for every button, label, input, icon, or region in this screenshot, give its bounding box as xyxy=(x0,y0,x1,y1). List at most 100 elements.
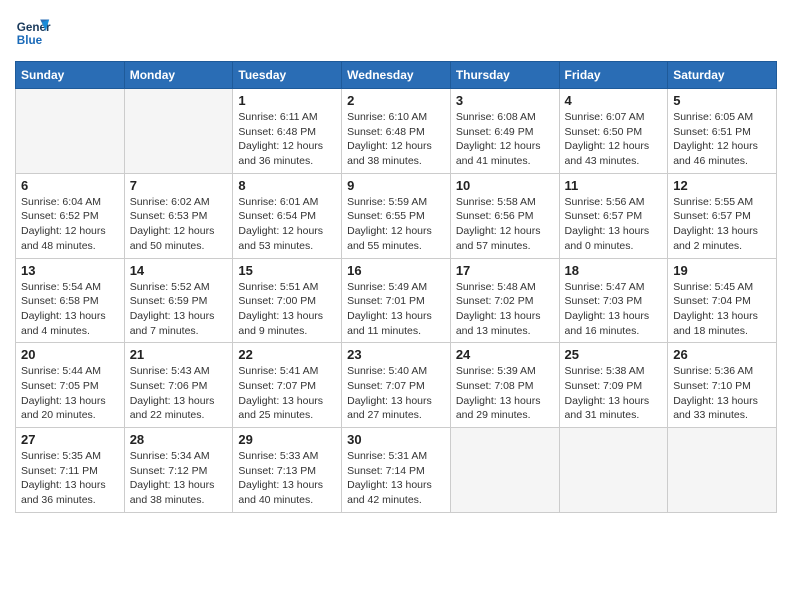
day-info: Sunrise: 5:56 AMSunset: 6:57 PMDaylight:… xyxy=(565,195,663,254)
week-row-5: 27 Sunrise: 5:35 AMSunset: 7:11 PMDayligh… xyxy=(16,428,777,513)
calendar-cell xyxy=(668,428,777,513)
calendar-cell: 21 Sunrise: 5:43 AMSunset: 7:06 PMDayligh… xyxy=(124,343,233,428)
day-header-thursday: Thursday xyxy=(450,62,559,89)
day-info: Sunrise: 5:33 AMSunset: 7:13 PMDaylight:… xyxy=(238,449,336,508)
calendar-cell: 3Sunrise: 6:08 AMSunset: 6:49 PMDaylight… xyxy=(450,89,559,174)
calendar-cell: 27 Sunrise: 5:35 AMSunset: 7:11 PMDayligh… xyxy=(16,428,125,513)
day-number: 20 xyxy=(21,347,119,362)
day-number: 19 xyxy=(673,263,771,278)
day-number: 25 xyxy=(565,347,663,362)
day-info: Sunrise: 6:11 AMSunset: 6:48 PMDaylight:… xyxy=(238,110,336,169)
day-header-wednesday: Wednesday xyxy=(342,62,451,89)
days-of-week-row: SundayMondayTuesdayWednesdayThursdayFrid… xyxy=(16,62,777,89)
day-number: 2 xyxy=(347,93,445,108)
day-info: Sunrise: 5:48 AMSunset: 7:02 PMDaylight:… xyxy=(456,280,554,339)
day-info: Sunrise: 5:52 AMSunset: 6:59 PMDaylight:… xyxy=(130,280,228,339)
day-info: Sunrise: 5:45 AMSunset: 7:04 PMDaylight:… xyxy=(673,280,771,339)
day-number: 16 xyxy=(347,263,445,278)
day-info: Sunrise: 6:08 AMSunset: 6:49 PMDaylight:… xyxy=(456,110,554,169)
calendar-cell xyxy=(559,428,668,513)
logo-icon: General Blue xyxy=(15,15,51,51)
day-number: 27 xyxy=(21,432,119,447)
calendar-cell: 22 Sunrise: 5:41 AMSunset: 7:07 PMDayligh… xyxy=(233,343,342,428)
calendar-cell: 23 Sunrise: 5:40 AMSunset: 7:07 PMDayligh… xyxy=(342,343,451,428)
day-info: Sunrise: 6:05 AMSunset: 6:51 PMDaylight:… xyxy=(673,110,771,169)
week-row-3: 13 Sunrise: 5:54 AMSunset: 6:58 PMDayligh… xyxy=(16,258,777,343)
calendar-cell: 13 Sunrise: 5:54 AMSunset: 6:58 PMDayligh… xyxy=(16,258,125,343)
week-row-2: 6Sunrise: 6:04 AMSunset: 6:52 PMDaylight… xyxy=(16,173,777,258)
day-header-saturday: Saturday xyxy=(668,62,777,89)
calendar-cell: 10Sunrise: 5:58 AMSunset: 6:56 PMDayligh… xyxy=(450,173,559,258)
day-number: 18 xyxy=(565,263,663,278)
calendar-cell: 11 Sunrise: 5:56 AMSunset: 6:57 PMDayligh… xyxy=(559,173,668,258)
day-number: 10 xyxy=(456,178,554,193)
calendar-cell: 8 Sunrise: 6:01 AMSunset: 6:54 PMDaylight… xyxy=(233,173,342,258)
calendar-cell: 1 Sunrise: 6:11 AMSunset: 6:48 PMDaylight… xyxy=(233,89,342,174)
calendar-cell xyxy=(450,428,559,513)
day-number: 9 xyxy=(347,178,445,193)
calendar-cell: 6Sunrise: 6:04 AMSunset: 6:52 PMDaylight… xyxy=(16,173,125,258)
day-info: Sunrise: 6:10 AMSunset: 6:48 PMDaylight:… xyxy=(347,110,445,169)
day-number: 24 xyxy=(456,347,554,362)
day-info: Sunrise: 5:35 AMSunset: 7:11 PMDaylight:… xyxy=(21,449,119,508)
day-header-monday: Monday xyxy=(124,62,233,89)
calendar-cell: 4 Sunrise: 6:07 AMSunset: 6:50 PMDaylight… xyxy=(559,89,668,174)
calendar-cell xyxy=(16,89,125,174)
day-info: Sunrise: 6:07 AMSunset: 6:50 PMDaylight:… xyxy=(565,110,663,169)
day-info: Sunrise: 5:36 AMSunset: 7:10 PMDaylight:… xyxy=(673,364,771,423)
day-number: 15 xyxy=(238,263,336,278)
calendar-cell: 14 Sunrise: 5:52 AMSunset: 6:59 PMDayligh… xyxy=(124,258,233,343)
day-info: Sunrise: 5:49 AMSunset: 7:01 PMDaylight:… xyxy=(347,280,445,339)
day-number: 29 xyxy=(238,432,336,447)
day-number: 5 xyxy=(673,93,771,108)
page-header: General Blue xyxy=(15,15,777,51)
calendar-header: SundayMondayTuesdayWednesdayThursdayFrid… xyxy=(16,62,777,89)
day-info: Sunrise: 5:41 AMSunset: 7:07 PMDaylight:… xyxy=(238,364,336,423)
calendar-cell: 12 Sunrise: 5:55 AMSunset: 6:57 PMDayligh… xyxy=(668,173,777,258)
day-number: 7 xyxy=(130,178,228,193)
day-number: 11 xyxy=(565,178,663,193)
calendar-cell: 15Sunrise: 5:51 AMSunset: 7:00 PMDayligh… xyxy=(233,258,342,343)
day-number: 13 xyxy=(21,263,119,278)
day-number: 8 xyxy=(238,178,336,193)
day-info: Sunrise: 5:59 AMSunset: 6:55 PMDaylight:… xyxy=(347,195,445,254)
calendar-cell: 16 Sunrise: 5:49 AMSunset: 7:01 PMDayligh… xyxy=(342,258,451,343)
day-number: 21 xyxy=(130,347,228,362)
day-number: 22 xyxy=(238,347,336,362)
week-row-1: 1 Sunrise: 6:11 AMSunset: 6:48 PMDaylight… xyxy=(16,89,777,174)
day-info: Sunrise: 5:39 AMSunset: 7:08 PMDaylight:… xyxy=(456,364,554,423)
day-number: 14 xyxy=(130,263,228,278)
day-info: Sunrise: 5:54 AMSunset: 6:58 PMDaylight:… xyxy=(21,280,119,339)
calendar-cell: 5 Sunrise: 6:05 AMSunset: 6:51 PMDaylight… xyxy=(668,89,777,174)
calendar-cell: 26 Sunrise: 5:36 AMSunset: 7:10 PMDayligh… xyxy=(668,343,777,428)
day-info: Sunrise: 5:31 AMSunset: 7:14 PMDaylight:… xyxy=(347,449,445,508)
day-info: Sunrise: 5:40 AMSunset: 7:07 PMDaylight:… xyxy=(347,364,445,423)
day-info: Sunrise: 5:55 AMSunset: 6:57 PMDaylight:… xyxy=(673,195,771,254)
day-number: 28 xyxy=(130,432,228,447)
day-info: Sunrise: 5:43 AMSunset: 7:06 PMDaylight:… xyxy=(130,364,228,423)
day-number: 12 xyxy=(673,178,771,193)
calendar-cell: 29 Sunrise: 5:33 AMSunset: 7:13 PMDayligh… xyxy=(233,428,342,513)
day-info: Sunrise: 5:47 AMSunset: 7:03 PMDaylight:… xyxy=(565,280,663,339)
calendar-cell: 19 Sunrise: 5:45 AMSunset: 7:04 PMDayligh… xyxy=(668,258,777,343)
svg-text:Blue: Blue xyxy=(17,34,43,47)
day-info: Sunrise: 5:34 AMSunset: 7:12 PMDaylight:… xyxy=(130,449,228,508)
calendar-cell: 25 Sunrise: 5:38 AMSunset: 7:09 PMDayligh… xyxy=(559,343,668,428)
day-header-tuesday: Tuesday xyxy=(233,62,342,89)
day-number: 17 xyxy=(456,263,554,278)
calendar-cell: 28 Sunrise: 5:34 AMSunset: 7:12 PMDayligh… xyxy=(124,428,233,513)
day-number: 4 xyxy=(565,93,663,108)
day-number: 23 xyxy=(347,347,445,362)
calendar-cell: 18 Sunrise: 5:47 AMSunset: 7:03 PMDayligh… xyxy=(559,258,668,343)
calendar-cell: 24 Sunrise: 5:39 AMSunset: 7:08 PMDayligh… xyxy=(450,343,559,428)
day-number: 1 xyxy=(238,93,336,108)
day-number: 26 xyxy=(673,347,771,362)
day-header-sunday: Sunday xyxy=(16,62,125,89)
calendar-cell: 9 Sunrise: 5:59 AMSunset: 6:55 PMDaylight… xyxy=(342,173,451,258)
calendar-cell: 17 Sunrise: 5:48 AMSunset: 7:02 PMDayligh… xyxy=(450,258,559,343)
day-info: Sunrise: 5:38 AMSunset: 7:09 PMDaylight:… xyxy=(565,364,663,423)
day-info: Sunrise: 6:02 AMSunset: 6:53 PMDaylight:… xyxy=(130,195,228,254)
week-row-4: 20Sunrise: 5:44 AMSunset: 7:05 PMDayligh… xyxy=(16,343,777,428)
day-info: Sunrise: 6:04 AMSunset: 6:52 PMDaylight:… xyxy=(21,195,119,254)
day-info: Sunrise: 6:01 AMSunset: 6:54 PMDaylight:… xyxy=(238,195,336,254)
